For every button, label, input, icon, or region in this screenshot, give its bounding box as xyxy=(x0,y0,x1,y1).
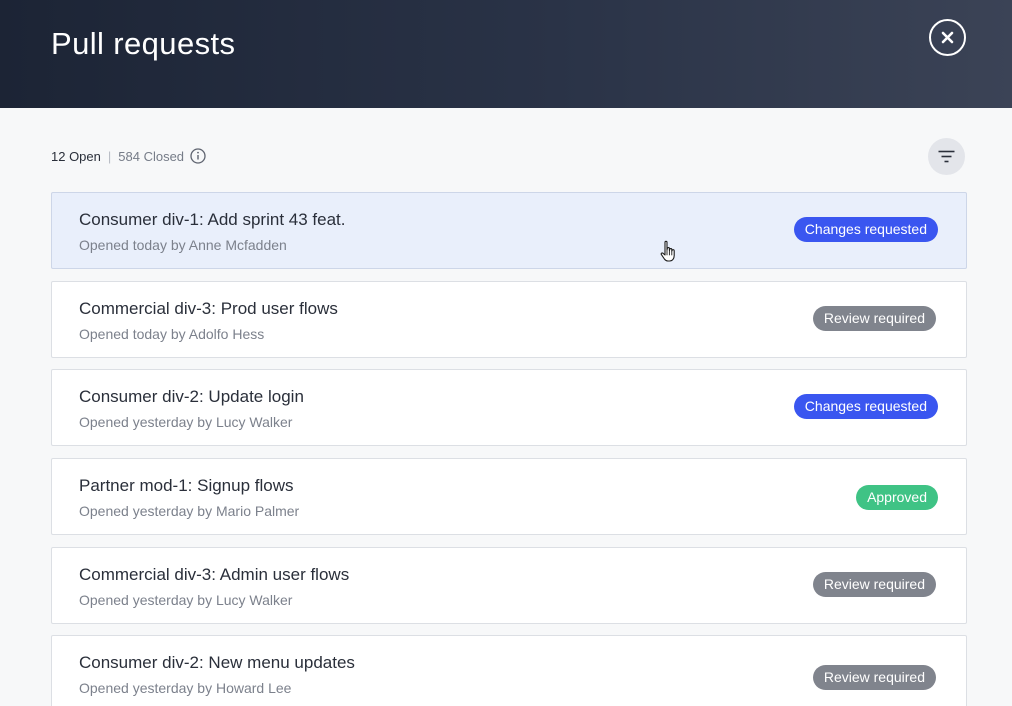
pr-title[interactable]: Commercial div-3: Admin user flows xyxy=(79,565,349,585)
closed-count[interactable]: 584 Closed xyxy=(118,149,184,164)
pr-card[interactable]: Consumer div-2: Update login Opened yest… xyxy=(51,369,967,447)
status-badge: Review required xyxy=(812,305,936,331)
pr-card[interactable]: Consumer div-1: Add sprint 43 feat. Open… xyxy=(51,192,967,269)
pr-subtitle: Opened yesterday by Mario Palmer xyxy=(79,503,300,520)
open-count[interactable]: 12 Open xyxy=(51,149,101,164)
pr-subtitle: Opened yesterday by Lucy Walker xyxy=(79,591,293,608)
info-icon[interactable] xyxy=(190,148,206,164)
status-badge: Approved xyxy=(856,485,938,511)
status-badge: Changes requested xyxy=(793,217,938,242)
pr-title[interactable]: Commercial div-3: Prod user flows xyxy=(79,299,338,319)
count-separator: | xyxy=(107,148,112,164)
pr-card[interactable]: Partner mod-1: Signup flows Opened yeste… xyxy=(51,458,967,536)
pr-card[interactable]: Commercial div-3: Admin user flows Opene… xyxy=(51,546,967,624)
pr-list: Consumer div-1: Add sprint 43 feat. Open… xyxy=(51,192,967,706)
pr-title[interactable]: Consumer div-2: New menu updates xyxy=(79,653,355,673)
status-badge: Review required xyxy=(812,665,936,691)
close-button[interactable] xyxy=(929,19,966,56)
pr-card[interactable]: Commercial div-3: Prod user flows Opened… xyxy=(51,280,967,358)
pr-subtitle: Opened today by Anne Mcfadden xyxy=(79,237,287,253)
pr-subtitle: Opened today by Adolfo Hess xyxy=(79,325,265,342)
header-bar: Pull requests xyxy=(0,0,1012,108)
hand-cursor-icon xyxy=(659,240,679,264)
close-icon xyxy=(941,31,954,44)
status-badge: Review required xyxy=(812,571,936,597)
status-badge: Changes requested xyxy=(793,394,938,420)
pr-subtitle: Opened yesterday by Howard Lee xyxy=(79,680,292,697)
pr-title[interactable]: Consumer div-2: Update login xyxy=(79,387,304,407)
pr-counts: 12 Open | 584 Closed xyxy=(51,148,206,164)
pull-requests-page: Pull requests 12 Open | 584 Closed Consu… xyxy=(0,0,1012,706)
pr-title[interactable]: Consumer div-1: Add sprint 43 feat. xyxy=(79,210,345,230)
filter-button[interactable] xyxy=(928,138,965,175)
pr-card[interactable]: Consumer div-2: New menu updates Opened … xyxy=(51,635,967,706)
pr-subtitle: Opened yesterday by Lucy Walker xyxy=(79,414,293,431)
filter-icon xyxy=(938,150,955,163)
pr-title[interactable]: Partner mod-1: Signup flows xyxy=(79,476,294,496)
page-title: Pull requests xyxy=(51,26,236,61)
